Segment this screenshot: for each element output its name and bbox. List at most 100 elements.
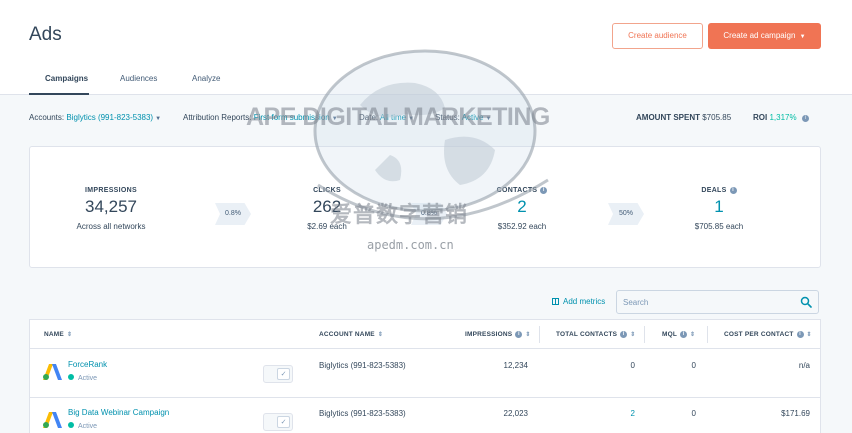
search-input[interactable]: [617, 291, 797, 313]
stat-label-text: DEALS: [701, 187, 727, 194]
column-divider[interactable]: [644, 326, 645, 343]
table-header: NAME ⇕ ACCOUNT NAME ⇕ IMPRESSIONS i ⇕ TOTAL …: [30, 320, 820, 349]
checkmark-icon: ✓: [277, 416, 290, 428]
search-box: [616, 290, 819, 314]
chevron-down-icon: ▼: [155, 116, 162, 122]
tab-audiences[interactable]: Audiences: [120, 70, 157, 95]
stat-label: DEALS i: [644, 187, 794, 194]
campaigns-table: NAME ⇕ ACCOUNT NAME ⇕ IMPRESSIONS i ⇕ TOTAL …: [29, 319, 821, 433]
contacts-cell: 0: [630, 361, 635, 370]
search-icon[interactable]: [800, 296, 812, 308]
stat-contacts: CONTACTS i 2 $352.92 each: [447, 187, 597, 231]
impressions-cell: 22,023: [503, 409, 528, 418]
google-ads-icon: [43, 364, 62, 380]
account-cell: Biglytics (991-823-5383): [319, 361, 406, 370]
attribution-label: Attribution Reports:: [183, 113, 252, 122]
column-header-label: NAME: [44, 331, 64, 338]
stat-value[interactable]: 2: [447, 197, 597, 217]
contacts-cell[interactable]: 2: [570, 409, 635, 418]
column-header-label: MQL: [662, 331, 678, 338]
status-dot: [68, 374, 74, 380]
column-header-label: TOTAL CONTACTS: [556, 331, 618, 338]
accounts-value: Biglytics (991-823-5383): [66, 113, 154, 122]
tab-campaigns[interactable]: Campaigns: [29, 70, 89, 95]
sort-icon: ⇕: [525, 332, 531, 338]
campaign-name-link[interactable]: ForceRank: [68, 360, 107, 369]
amount-spent: AMOUNT SPENT $705.85: [636, 113, 731, 122]
column-header-mql[interactable]: MQL i ⇕: [662, 331, 695, 338]
row-toggle[interactable]: ✓: [263, 365, 293, 383]
info-icon: i: [515, 331, 523, 338]
column-header-label: IMPRESSIONS: [465, 331, 513, 338]
row-toggle[interactable]: ✓: [263, 413, 293, 431]
info-icon: i: [620, 331, 628, 338]
watermark-url: apedm.com.cn: [367, 238, 454, 252]
status-badge: Active: [68, 374, 97, 382]
page-header: Ads Create audience Create ad campaign ▼…: [0, 0, 852, 95]
stat-sub: $352.92 each: [497, 222, 547, 231]
amount-spent-value: $705.85: [702, 113, 732, 122]
stat-sub: $705.85 each: [694, 222, 744, 231]
create-ad-campaign-label: Create ad campaign: [723, 31, 796, 40]
sort-icon: ⇕: [66, 332, 73, 338]
column-header-account[interactable]: ACCOUNT NAME ⇕: [319, 331, 383, 338]
stat-label: CONTACTS i: [447, 187, 597, 194]
accounts-label: Accounts:: [29, 113, 65, 122]
column-header-name[interactable]: NAME ⇕: [44, 331, 72, 338]
column-header-impressions[interactable]: IMPRESSIONS i ⇕: [465, 331, 531, 338]
add-metrics-button[interactable]: Add metrics: [552, 297, 605, 306]
accounts-filter[interactable]: Accounts: Biglytics (991-823-5383) ▼: [29, 113, 161, 122]
columns-icon: [552, 298, 559, 305]
checkmark-icon: ✓: [277, 368, 290, 380]
mql-cell: 0: [691, 409, 696, 418]
sort-icon: ⇕: [377, 332, 384, 338]
stat-label: IMPRESSIONS: [85, 187, 137, 194]
google-ads-icon: [43, 412, 62, 428]
account-cell: Biglytics (991-823-5383): [319, 409, 406, 418]
status-text: Active: [78, 423, 98, 430]
column-header-label: ACCOUNT NAME: [319, 331, 375, 338]
conversion-rate: 50%: [608, 203, 644, 225]
mql-cell: 0: [691, 361, 696, 370]
column-divider[interactable]: [707, 326, 708, 343]
info-icon: i: [680, 331, 688, 338]
sort-icon: ⇕: [806, 332, 812, 338]
conversion-rate: 0.8%: [215, 203, 251, 225]
cost-cell: $171.69: [781, 409, 810, 418]
column-divider[interactable]: [539, 326, 540, 343]
roi-label: ROI: [753, 113, 768, 122]
column-header-total-contacts[interactable]: TOTAL CONTACTS i ⇕: [556, 331, 635, 338]
stat-value: 34,257: [85, 197, 137, 216]
stat-value[interactable]: 1: [644, 197, 794, 217]
info-icon[interactable]: i: [801, 115, 809, 122]
status-text: Active: [78, 375, 98, 382]
roi: ROI 1,317% i: [753, 113, 809, 122]
tab-analyze[interactable]: Analyze: [192, 70, 220, 95]
stat-impressions: IMPRESSIONS 34,257 Across all networks: [36, 187, 186, 231]
info-icon[interactable]: i: [540, 187, 548, 194]
table-row: ForceRank Active ✓ Biglytics (991-823-53…: [30, 350, 820, 398]
status-dot: [68, 422, 74, 428]
status-badge: Active: [68, 422, 97, 430]
watermark-text-en: APE DIGITAL MARKETING: [246, 103, 550, 131]
watermark-text-cn: 爱普数字营销: [330, 202, 469, 227]
column-header-label: COST PER CONTACT: [724, 331, 794, 338]
campaign-name-link[interactable]: Big Data Webinar Campaign: [68, 408, 169, 417]
stat-label: CLICKS: [313, 187, 341, 194]
create-audience-button[interactable]: Create audience: [612, 23, 703, 49]
sort-icon: ⇕: [690, 332, 696, 338]
info-icon[interactable]: i: [729, 187, 737, 194]
impressions-cell: 12,234: [503, 361, 528, 370]
table-row: Big Data Webinar Campaign Active ✓ Bigly…: [30, 398, 820, 433]
create-ad-campaign-button[interactable]: Create ad campaign ▼: [708, 23, 821, 49]
amount-spent-label: AMOUNT SPENT: [636, 113, 700, 122]
column-header-cost-per-contact[interactable]: COST PER CONTACT i ⇕: [724, 331, 812, 338]
stat-deals: DEALS i 1 $705.85 each: [644, 187, 794, 231]
add-metrics-label: Add metrics: [563, 297, 606, 306]
cost-cell: n/a: [798, 361, 810, 370]
sort-icon: ⇕: [630, 332, 636, 338]
stat-label-text: CONTACTS: [496, 187, 538, 194]
page-title: Ads: [29, 24, 62, 45]
roi-value: 1,317%: [769, 113, 797, 122]
info-icon: i: [796, 331, 804, 338]
